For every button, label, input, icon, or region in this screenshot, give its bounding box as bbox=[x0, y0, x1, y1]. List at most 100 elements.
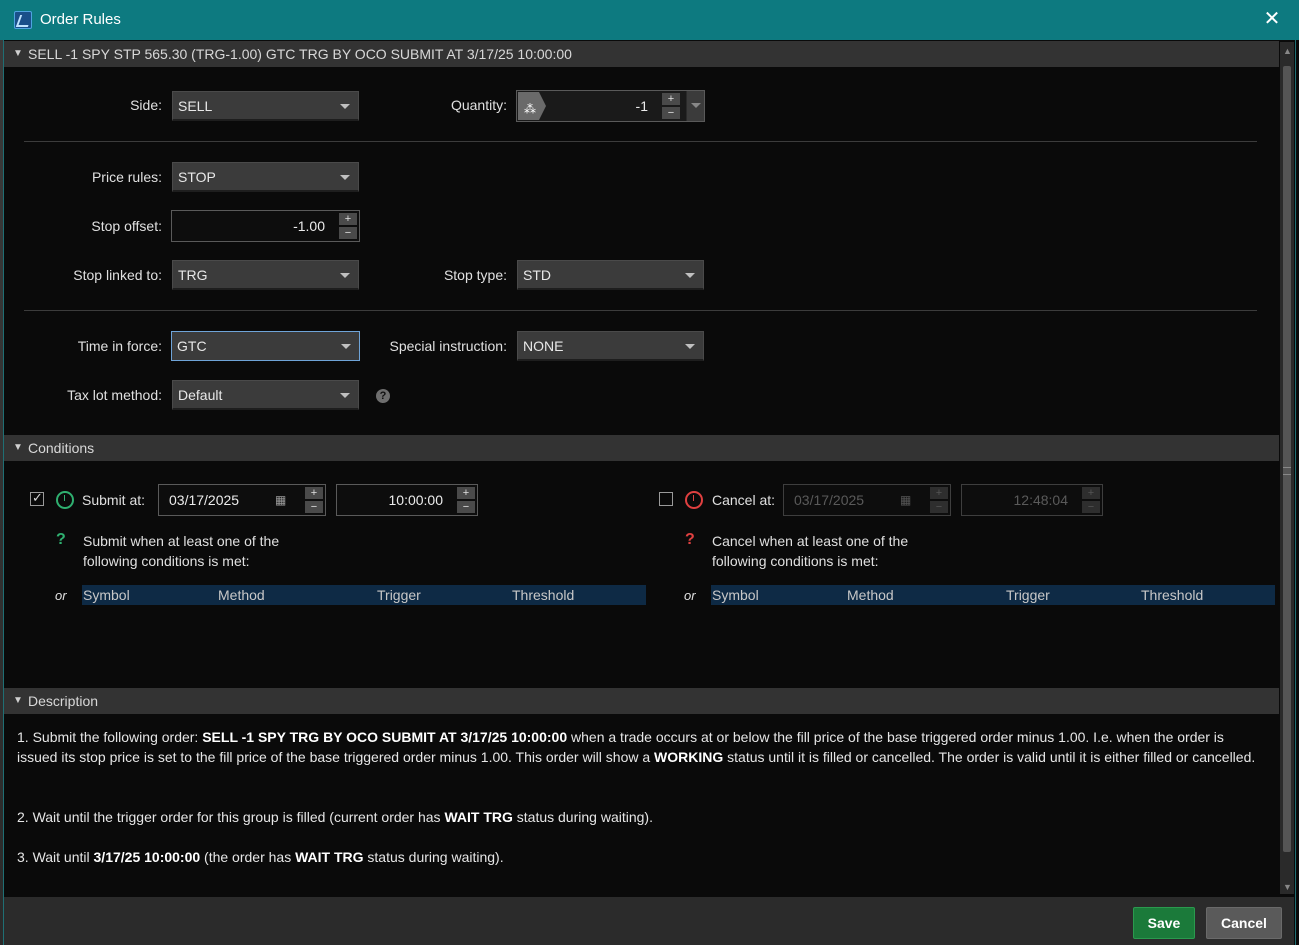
submit-time-field[interactable]: 10:00:00 + − bbox=[336, 484, 478, 516]
tif-dropdown[interactable]: GTC bbox=[171, 331, 360, 361]
dialog-footer: Save Cancel bbox=[4, 897, 1294, 945]
submit-time-spinner[interactable]: + − bbox=[457, 487, 475, 513]
plus-icon[interactable]: + bbox=[930, 487, 948, 499]
tax-lot-label: Tax lot method: bbox=[67, 387, 162, 403]
conditions-header[interactable]: ▼ Conditions bbox=[4, 435, 1279, 461]
chevron-down-icon bbox=[340, 175, 350, 180]
submit-at-checkbox[interactable] bbox=[30, 490, 44, 506]
chevron-down-icon[interactable]: ▼ bbox=[13, 435, 23, 461]
submit-at-label: Submit at: bbox=[82, 492, 146, 508]
col-method[interactable]: Method bbox=[218, 587, 265, 603]
stop-type-value: STD bbox=[523, 267, 551, 283]
scroll-down-icon[interactable]: ▼ bbox=[1283, 882, 1292, 892]
title-bar: Order Rules ✕ bbox=[0, 0, 1299, 40]
col-threshold[interactable]: Threshold bbox=[1141, 587, 1203, 603]
scroll-grip-icon bbox=[1283, 467, 1291, 475]
calendar-icon[interactable]: ▦ bbox=[900, 485, 911, 515]
plus-icon[interactable]: + bbox=[1082, 487, 1100, 499]
special-instruction-label: Special instruction: bbox=[389, 338, 507, 354]
order-header-text: SELL -1 SPY STP 565.30 (TRG-1.00) GTC TR… bbox=[28, 46, 572, 62]
stop-offset-value: -1.00 bbox=[293, 218, 325, 234]
chevron-down-icon[interactable]: ▼ bbox=[13, 41, 23, 67]
col-symbol[interactable]: Symbol bbox=[712, 587, 759, 603]
stop-linked-value: TRG bbox=[178, 267, 208, 283]
stop-linked-dropdown[interactable]: TRG bbox=[172, 260, 359, 290]
window-title: Order Rules bbox=[40, 11, 121, 28]
submit-condition-line-1: Submit when at least one of the bbox=[83, 533, 280, 549]
special-instruction-dropdown[interactable]: NONE bbox=[517, 331, 704, 361]
stop-offset-spinner[interactable]: + − bbox=[339, 213, 357, 239]
col-threshold[interactable]: Threshold bbox=[512, 587, 574, 603]
submit-condition-line-2: following conditions is met: bbox=[83, 553, 250, 569]
minus-icon[interactable]: − bbox=[339, 227, 357, 239]
description-text: 1. Submit the following order: SELL -1 S… bbox=[17, 727, 1257, 887]
scrollbar-thumb[interactable] bbox=[1283, 66, 1291, 852]
cancel-condition-text: Cancel when at least one of the followin… bbox=[712, 531, 908, 571]
quantity-stepper[interactable]: -1 + − bbox=[516, 90, 705, 122]
price-rules-dropdown[interactable]: STOP bbox=[172, 162, 359, 192]
chevron-down-icon bbox=[685, 344, 695, 349]
stop-linked-label: Stop linked to: bbox=[73, 267, 162, 283]
col-trigger[interactable]: Trigger bbox=[377, 587, 421, 603]
clock-submit-icon bbox=[56, 491, 74, 509]
or-label: or bbox=[684, 588, 696, 603]
side-label: Side: bbox=[130, 97, 162, 113]
scroll-up-icon[interactable]: ▲ bbox=[1283, 46, 1292, 56]
quantity-preset-icon[interactable] bbox=[518, 92, 546, 120]
cancel-condition-line-1: Cancel when at least one of the bbox=[712, 533, 909, 549]
tif-label: Time in force: bbox=[77, 338, 162, 354]
description-paragraph-1: 1. Submit the following order: SELL -1 S… bbox=[17, 729, 1256, 765]
side-dropdown[interactable]: SELL bbox=[172, 91, 359, 121]
or-label: or bbox=[55, 588, 67, 603]
submit-date-value: 03/17/2025 bbox=[169, 492, 240, 508]
submit-date-spinner[interactable]: + − bbox=[305, 487, 323, 513]
description-header-text: Description bbox=[28, 693, 99, 709]
col-trigger[interactable]: Trigger bbox=[1006, 587, 1050, 603]
order-header[interactable]: ▼ SELL -1 SPY STP 565.30 (TRG-1.00) GTC … bbox=[4, 41, 1279, 67]
save-button[interactable]: Save bbox=[1133, 907, 1195, 939]
submit-condition-text: Submit when at least one of the followin… bbox=[83, 531, 279, 571]
price-rules-value: STOP bbox=[178, 169, 216, 185]
special-instruction-value: NONE bbox=[523, 338, 564, 354]
col-method[interactable]: Method bbox=[847, 587, 894, 603]
stop-offset-stepper[interactable]: -1.00 + − bbox=[171, 210, 360, 242]
calendar-icon[interactable]: ▦ bbox=[275, 485, 286, 515]
description-paragraph-3: 3. Wait until 3/17/25 10:00:00 (the orde… bbox=[17, 849, 504, 865]
quantity-dropdown-icon[interactable] bbox=[686, 91, 704, 121]
minus-icon[interactable]: − bbox=[930, 501, 948, 513]
minus-icon[interactable]: − bbox=[305, 501, 323, 513]
stop-type-dropdown[interactable]: STD bbox=[517, 260, 704, 290]
chevron-down-icon[interactable]: ▼ bbox=[13, 688, 23, 714]
add-submit-condition-icon[interactable]: ? bbox=[56, 531, 74, 549]
plus-icon[interactable]: + bbox=[339, 213, 357, 225]
vertical-scrollbar[interactable]: ▲ ▼ bbox=[1280, 42, 1294, 894]
cancel-date-spinner[interactable]: + − bbox=[930, 487, 948, 513]
minus-icon[interactable]: − bbox=[662, 107, 680, 119]
cancel-conditions-table-header: Symbol Method Trigger Threshold bbox=[711, 585, 1275, 605]
cancel-time-spinner[interactable]: + − bbox=[1082, 487, 1100, 513]
submit-date-field[interactable]: 03/17/2025 ▦ + − bbox=[158, 484, 326, 516]
cancel-date-field[interactable]: 03/17/2025 ▦ + − bbox=[783, 484, 951, 516]
tax-lot-dropdown[interactable]: Default bbox=[172, 380, 359, 410]
divider bbox=[24, 141, 1257, 142]
cancel-button[interactable]: Cancel bbox=[1206, 907, 1282, 939]
tax-lot-value: Default bbox=[178, 387, 223, 403]
chevron-down-icon bbox=[685, 273, 695, 278]
plus-icon[interactable]: + bbox=[662, 93, 680, 105]
cancel-date-value: 03/17/2025 bbox=[794, 492, 865, 508]
col-symbol[interactable]: Symbol bbox=[83, 587, 130, 603]
minus-icon[interactable]: − bbox=[1082, 501, 1100, 513]
description-header[interactable]: ▼ Description bbox=[4, 688, 1279, 714]
close-icon[interactable]: ✕ bbox=[1261, 8, 1283, 30]
chevron-down-icon bbox=[340, 393, 350, 398]
help-icon[interactable]: ? bbox=[376, 389, 390, 403]
plus-icon[interactable]: + bbox=[457, 487, 475, 499]
quantity-spinner[interactable]: + − bbox=[662, 93, 680, 119]
chevron-down-icon bbox=[340, 104, 350, 109]
cancel-time-field[interactable]: 12:48:04 + − bbox=[961, 484, 1103, 516]
plus-icon[interactable]: + bbox=[305, 487, 323, 499]
cancel-at-checkbox[interactable] bbox=[659, 492, 673, 506]
add-cancel-condition-icon[interactable]: ? bbox=[685, 531, 703, 549]
minus-icon[interactable]: − bbox=[457, 501, 475, 513]
clock-cancel-icon bbox=[685, 491, 703, 509]
